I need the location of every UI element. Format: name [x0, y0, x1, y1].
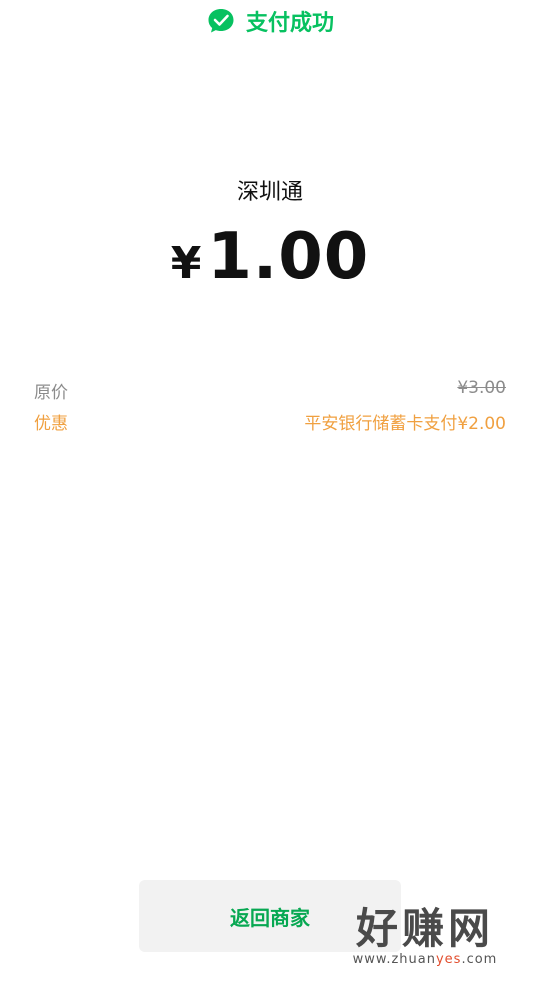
- watermark-url-highlight: yes: [435, 952, 462, 967]
- payment-amount: ¥ 1.00: [0, 220, 540, 294]
- discount-label: 优惠: [34, 414, 68, 434]
- amount-value: 1.00: [207, 220, 370, 294]
- site-watermark: 好赚网 www.zhuanyes.com: [330, 904, 520, 968]
- original-price-value: ¥3.00: [457, 378, 506, 398]
- watermark-url: www.zhuanyes.com: [330, 952, 520, 967]
- discount-row: 优惠 平安银行储蓄卡支付¥2.00: [34, 409, 506, 434]
- watermark-title: 好赚网: [355, 904, 494, 953]
- original-price-row: 原价 ¥3.00: [34, 378, 506, 403]
- watermark-url-prefix: www.zhuan: [352, 952, 436, 967]
- payment-status-header: 支付成功: [0, 4, 540, 38]
- currency-symbol: ¥: [170, 238, 202, 289]
- merchant-name: 深圳通: [236, 180, 303, 205]
- payment-status-text: 支付成功: [245, 11, 334, 36]
- wechat-pay-check-icon: [206, 6, 236, 36]
- original-price-label: 原价: [34, 383, 68, 403]
- watermark-url-suffix: .com: [461, 952, 498, 967]
- discount-value: 平安银行储蓄卡支付¥2.00: [304, 414, 506, 434]
